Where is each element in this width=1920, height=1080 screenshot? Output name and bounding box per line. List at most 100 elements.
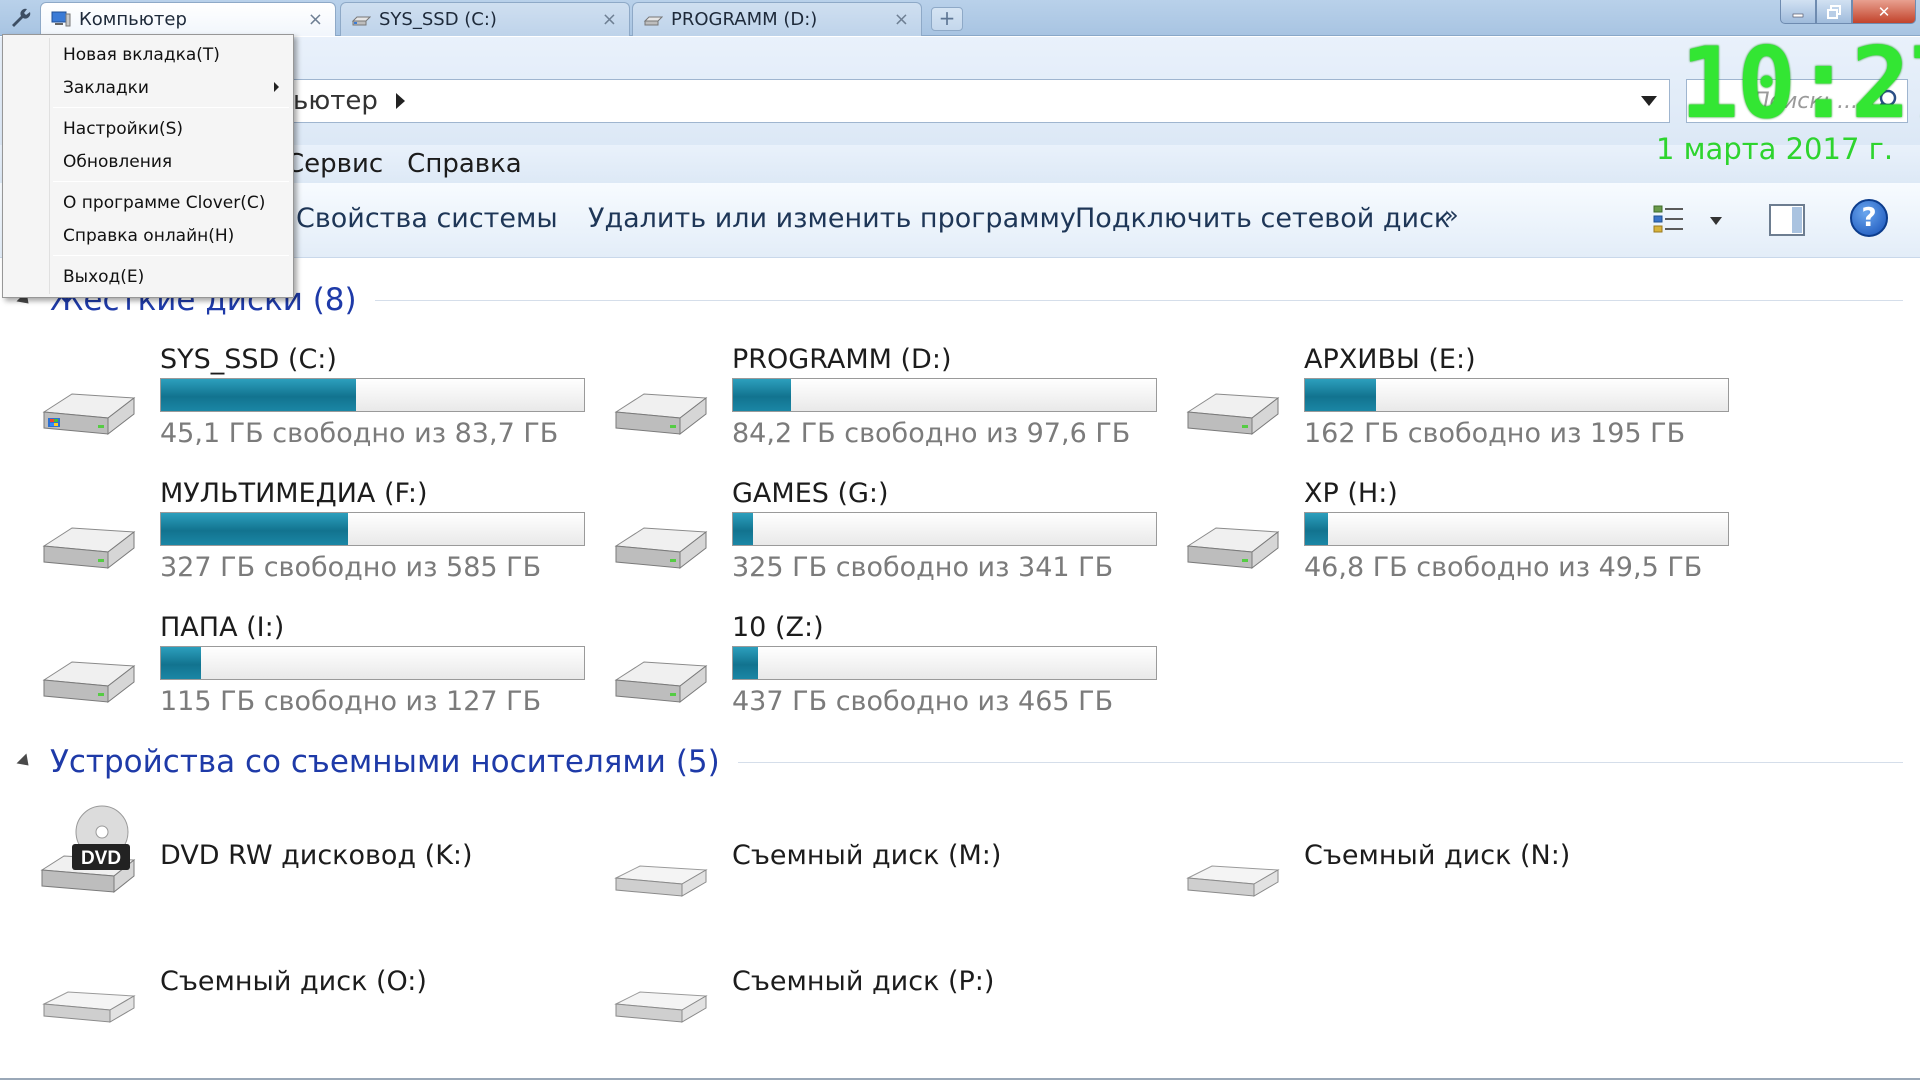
computer-icon [51, 11, 71, 26]
drive-item[interactable]: SYS_SSD (C:) 45,1 ГБ свободно из 83,7 ГБ [38, 344, 598, 464]
menu-item-settings[interactable]: Настройки(S) [63, 119, 183, 139]
hard-drive-icon [42, 527, 136, 570]
address-bar[interactable]: ьютер [220, 79, 1670, 123]
menu-item-bookmarks[interactable]: Закладки [63, 78, 149, 98]
removable-drive-icon [614, 865, 708, 897]
removable-drive-name: Съемный диск (M:) [732, 840, 1002, 871]
menu-item-updates[interactable]: Обновления [63, 152, 172, 172]
collapse-arrow-icon[interactable] [16, 753, 34, 771]
minimize-icon [1792, 13, 1804, 17]
drive-free-space: 325 ГБ свободно из 341 ГБ [732, 552, 1114, 583]
drive-usage-bar [732, 378, 1157, 412]
close-window-button[interactable]: ✕ [1852, 0, 1916, 24]
desktop-clock-time: 10:27 [1680, 27, 1920, 141]
menu-tools[interactable]: Сервис [286, 149, 383, 179]
drive-item[interactable]: PROGRAMM (D:) 84,2 ГБ свободно из 97,6 Г… [610, 344, 1170, 464]
hard-drive-icon [614, 393, 708, 436]
close-icon[interactable]: × [894, 9, 909, 30]
removable-drive-item[interactable]: Съемный диск (P:) [610, 944, 1170, 1054]
drive-name: XP (H:) [1304, 478, 1398, 509]
change-view-icon[interactable] [1652, 203, 1688, 237]
plus-icon: + [938, 6, 956, 30]
hard-drive-icon [614, 527, 708, 570]
drive-usage-bar [732, 646, 1157, 680]
drive-free-space: 327 ГБ свободно из 585 ГБ [160, 552, 542, 583]
drive-free-space: 45,1 ГБ свободно из 83,7 ГБ [160, 418, 559, 449]
group-title: Устройства со съемными носителями (5) [50, 744, 720, 780]
drive-item[interactable]: 10 (Z:) 437 ГБ свободно из 465 ГБ [610, 612, 1170, 732]
removable-drive-item[interactable]: Съемный диск (M:) [610, 818, 1170, 928]
hard-drive-icon [1186, 527, 1280, 570]
drive-free-space: 46,8 ГБ свободно из 49,5 ГБ [1304, 552, 1703, 583]
removable-drive-item[interactable]: Съемный диск (O:) [38, 944, 598, 1054]
menu-item-help-online[interactable]: Справка онлайн(H) [63, 226, 234, 246]
submenu-arrow-icon [274, 82, 279, 92]
menu-gutter [49, 38, 50, 294]
menu-item-exit[interactable]: Выход(E) [63, 267, 144, 287]
address-path[interactable]: ьютер [293, 86, 378, 116]
drive-usage-bar [1304, 378, 1729, 412]
group-header-removable[interactable]: Устройства со съемными носителями (5) [16, 744, 1903, 780]
drive-free-space: 162 ГБ свободно из 195 ГБ [1304, 418, 1686, 449]
new-tab-button[interactable]: + [931, 7, 963, 31]
tab-label: Компьютер [79, 9, 187, 30]
desktop-clock-date: 1 марта 2017 г. [1656, 132, 1894, 166]
system-drive-icon [42, 393, 136, 436]
drive-item[interactable]: GAMES (G:) 325 ГБ свободно из 341 ГБ [610, 478, 1170, 598]
drive-usage-fill [161, 647, 201, 679]
clover-menu-button[interactable] [6, 4, 36, 32]
drive-name: SYS_SSD (C:) [160, 344, 337, 375]
menu-separator [53, 107, 289, 108]
hard-drive-icon [614, 661, 708, 704]
removable-drive-item[interactable]: DVD DVD RW дисковод (K:) [38, 804, 598, 914]
drive-usage-fill [733, 647, 759, 679]
preview-pane-icon[interactable] [1768, 203, 1806, 237]
help-icon[interactable]: ? [1850, 199, 1888, 237]
uninstall-program-button[interactable]: Удалить или изменить программу [588, 203, 1076, 234]
tab-label: SYS_SSD (C:) [379, 9, 497, 30]
removable-drive-icon [42, 991, 136, 1023]
removable-drive-name: Съемный диск (P:) [732, 966, 995, 997]
drive-item[interactable]: АРХИВЫ (E:) 162 ГБ свободно из 195 ГБ [1182, 344, 1742, 464]
drive-name: GAMES (G:) [732, 478, 889, 509]
menu-item-new-tab[interactable]: Новая вкладка(T) [63, 45, 220, 65]
hard-drive-icon [1186, 393, 1280, 436]
tab-programm[interactable]: PROGRAMM (D:) × [632, 2, 922, 36]
clover-dropdown-menu: Новая вкладка(T) Закладки Настройки(S) О… [2, 34, 294, 298]
drive-item[interactable]: МУЛЬТИМЕДИА (F:) 327 ГБ свободно из 585 … [38, 478, 598, 598]
tab-sys-ssd[interactable]: SYS_SSD (C:) × [340, 2, 630, 36]
drive-icon [643, 16, 663, 25]
drive-usage-fill [1305, 513, 1329, 545]
address-history-dropdown-icon[interactable] [1641, 96, 1657, 106]
drive-item[interactable]: XP (H:) 46,8 ГБ свободно из 49,5 ГБ [1182, 478, 1742, 598]
minimize-button[interactable] [1780, 0, 1816, 24]
drive-free-space: 115 ГБ свободно из 127 ГБ [160, 686, 542, 717]
group-divider [374, 299, 1903, 301]
map-network-drive-button[interactable]: Подключить сетевой диск [1075, 203, 1450, 234]
close-icon[interactable]: × [308, 9, 323, 30]
restore-icon [1827, 4, 1841, 19]
tab-computer[interactable]: Компьютер × [40, 2, 336, 36]
drive-usage-bar [732, 512, 1157, 546]
menu-separator [53, 255, 289, 256]
restore-button[interactable] [1816, 0, 1852, 24]
menu-help[interactable]: Справка [407, 149, 522, 179]
more-commands-button[interactable]: » [1444, 201, 1459, 229]
removable-drive-icon [1186, 865, 1280, 897]
drive-item[interactable]: ПАПА (I:) 115 ГБ свободно из 127 ГБ [38, 612, 598, 732]
system-properties-button[interactable]: Свойства системы [296, 203, 558, 234]
breadcrumb-arrow-icon[interactable] [395, 93, 405, 109]
removable-drive-name: Съемный диск (N:) [1304, 840, 1571, 871]
drive-usage-bar [160, 378, 585, 412]
drive-usage-fill [733, 513, 753, 545]
view-options-dropdown-icon[interactable] [1710, 217, 1722, 225]
drive-usage-bar [160, 646, 585, 680]
drive-icon [351, 16, 371, 25]
tab-label: PROGRAMM (D:) [671, 9, 818, 30]
dvd-icon-label: DVD [81, 848, 121, 869]
close-icon[interactable]: × [602, 9, 617, 30]
menu-item-about[interactable]: О программе Clover(C) [63, 193, 265, 213]
drive-usage-fill [161, 513, 348, 545]
removable-drive-item[interactable]: Съемный диск (N:) [1182, 818, 1742, 928]
group-header-hard-drives[interactable]: Жесткие диски (8) [16, 282, 1903, 318]
